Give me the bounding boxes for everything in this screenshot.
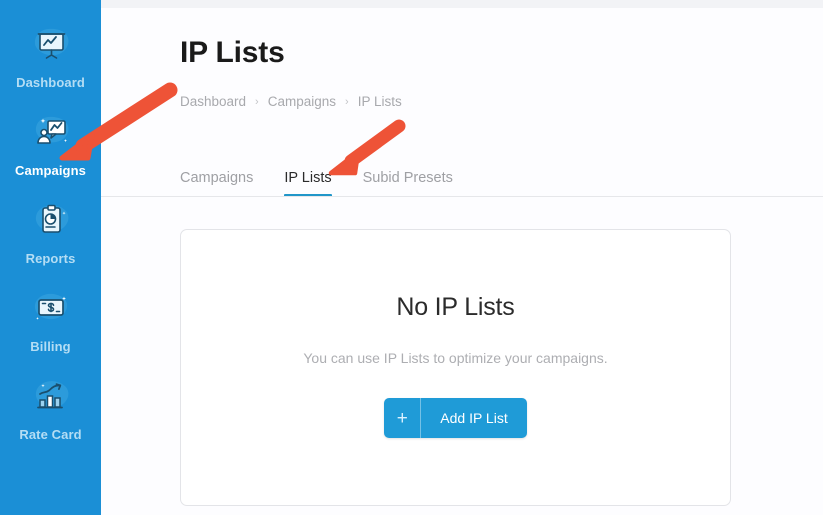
sidebar-item-billing[interactable]: Billing [0,286,101,354]
breadcrumb-separator-icon: › [255,95,259,108]
bar-chart-arrow-icon [25,374,77,422]
sidebar-item-label: Dashboard [16,75,85,90]
breadcrumb-item-dashboard[interactable]: Dashboard [180,94,246,109]
app-root: Dashboard Campaigns Reports Billing Rate… [0,0,823,515]
empty-state-title: No IP Lists [396,293,515,321]
empty-state-subtitle: You can use IP Lists to optimize your ca… [303,350,608,366]
tab-bar: Campaigns IP Lists Subid Presets [180,165,453,197]
page-title: IP Lists [180,36,285,69]
sidebar-item-label: Rate Card [19,427,82,442]
tab-campaigns[interactable]: Campaigns [180,170,253,197]
tab-subid-presets[interactable]: Subid Presets [363,170,453,197]
breadcrumb-separator-icon: › [345,95,349,108]
add-ip-list-label: Add IP List [440,410,508,426]
tab-bar-divider [101,196,823,197]
breadcrumb: Dashboard › Campaigns › IP Lists [180,94,402,109]
clipboard-pie-chart-icon [25,198,77,246]
add-ip-list-button[interactable]: + Add IP List [384,398,527,438]
breadcrumb-item-ip-lists: IP Lists [357,94,402,109]
sidebar-item-label: Reports [25,251,76,266]
sidebar-item-dashboard[interactable]: Dashboard [0,22,101,90]
sidebar-nav: Dashboard Campaigns Reports Billing Rate… [0,0,101,515]
campaign-megaphone-chart-icon [25,110,77,158]
presentation-chart-icon [25,22,77,70]
breadcrumb-item-campaigns[interactable]: Campaigns [268,94,336,109]
sidebar-item-rate-card[interactable]: Rate Card [0,374,101,442]
sidebar-item-label: Campaigns [15,163,86,178]
window-top-strip [0,0,823,8]
sidebar-item-label: Billing [30,339,71,354]
tab-ip-lists[interactable]: IP Lists [284,170,332,197]
plus-icon: + [384,398,422,438]
main-content: IP Lists Dashboard › Campaigns › IP List… [101,8,823,515]
banknote-dollar-icon [25,286,77,334]
ip-lists-empty-card: No IP Lists You can use IP Lists to opti… [180,229,731,506]
sidebar-item-campaigns[interactable]: Campaigns [0,110,101,178]
sidebar-item-reports[interactable]: Reports [0,198,101,266]
